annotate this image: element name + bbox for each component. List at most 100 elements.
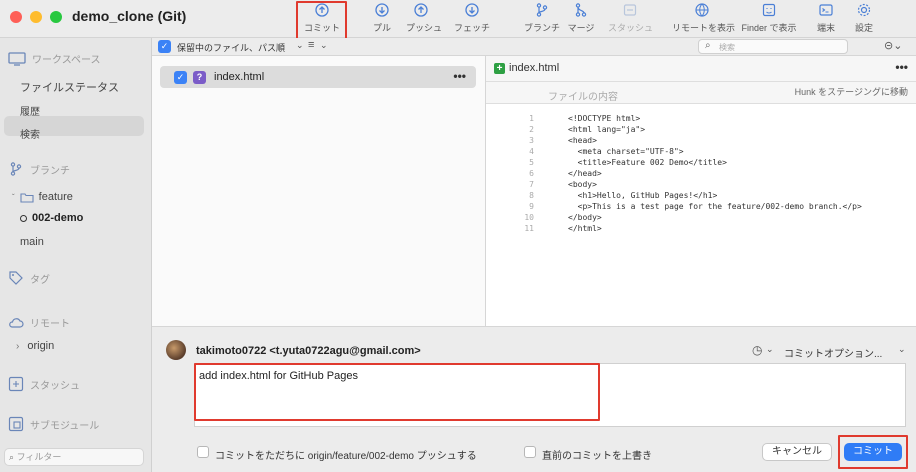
code-line: 5 <title>Feature 002 Demo</title> <box>486 158 916 169</box>
select-all-checkbox[interactable]: ✓ <box>158 40 171 53</box>
list-item[interactable]: ✓ ? index.html ••• <box>160 66 476 88</box>
code-line: 10 </body> <box>486 213 916 224</box>
minimize-window-button[interactable] <box>30 11 42 23</box>
submodule-icon <box>8 416 24 432</box>
line-content: <body> <box>568 180 597 189</box>
zoom-window-button[interactable] <box>50 11 62 23</box>
pending-file-list: ✓ ? index.html ••• <box>152 56 486 326</box>
show-in-finder-toolbar-button[interactable]: Finder で表示 <box>738 2 800 36</box>
submodules-label: サブモジュール <box>30 420 100 432</box>
line-number: 8 <box>529 191 534 200</box>
stash-toolbar-label: スタッシュ <box>608 23 654 33</box>
tag-icon <box>9 271 23 285</box>
line-number: 5 <box>529 158 534 167</box>
search-input[interactable]: ⌕ 検索 <box>698 39 848 54</box>
line-number: 11 <box>524 224 534 233</box>
terminal-toolbar-button[interactable]: 端末 <box>814 2 838 36</box>
pull-toolbar-label: プル <box>372 23 391 33</box>
list-options-icon[interactable]: ≡ <box>308 39 314 51</box>
more-options-icon[interactable]: ⊝⌄ <box>884 39 902 52</box>
code-line: 7 <body> <box>486 180 916 191</box>
window-title: demo_clone (Git) <box>72 8 187 24</box>
fetch-icon <box>465 3 479 17</box>
branch-toolbar-label: ブランチ <box>524 23 561 33</box>
stash-icon <box>8 376 24 392</box>
line-content: <html lang="ja"> <box>568 125 646 134</box>
stash-toolbar-button[interactable]: スタッシュ <box>608 2 654 36</box>
sidebar-item-current-branch[interactable]: 002-demo <box>20 212 83 224</box>
sidebar-section-stashes: スタッシュ <box>8 376 80 392</box>
avatar <box>166 340 186 360</box>
line-number: 2 <box>529 125 534 134</box>
chevron-down-icon: ⌄ <box>766 344 774 354</box>
merge-toolbar-button[interactable]: マージ <box>566 2 596 36</box>
terminal-toolbar-label: 端末 <box>816 23 835 33</box>
branch-icon <box>536 3 548 17</box>
file-stage-checkbox[interactable]: ✓ <box>174 71 187 84</box>
sidebar-section-remotes: リモート <box>8 315 70 330</box>
commit-options-dropdown[interactable]: コミットオプション... <box>784 345 882 360</box>
close-window-button[interactable] <box>10 11 22 23</box>
branch-toolbar-button[interactable]: ブランチ <box>524 2 560 36</box>
search-icon: ⌕ <box>705 40 711 51</box>
file-more-button[interactable]: ••• <box>453 69 466 83</box>
stashes-label: スタッシュ <box>30 380 80 392</box>
sort-mode-dropdown[interactable]: 保留中のファイル、パス順 <box>177 41 285 54</box>
settings-toolbar-label: 設定 <box>854 23 873 33</box>
line-content: <title>Feature 002 Demo</title> <box>568 158 727 167</box>
sidebar-item-file-status[interactable]: ファイルステータス <box>20 79 119 95</box>
fetch-toolbar-button[interactable]: フェッチ <box>454 2 490 36</box>
filter-placeholder: フィルター <box>16 452 62 462</box>
stage-hunk-button[interactable]: Hunk をステージングに移動 <box>791 85 912 100</box>
sidebar-section-tags: タグ <box>8 270 50 286</box>
code-line: 4 <meta charset="UTF-8"> <box>486 147 916 158</box>
commit-button-highlight-box <box>838 435 908 469</box>
terminal-icon <box>819 4 833 16</box>
sidebar-item-main-branch[interactable]: main <box>20 236 44 248</box>
commit-panel: takimoto0722 <t.yuta0722agu@gmail.com> ◷… <box>152 326 916 472</box>
folder-icon <box>20 192 34 203</box>
sidebar-item-history[interactable]: 履歴 <box>20 103 40 118</box>
sidebar-section-branches: ブランチ <box>8 161 70 177</box>
finder-icon <box>762 3 776 17</box>
line-number: 3 <box>529 136 534 145</box>
sidebar-item-feature-folder[interactable]: ˇ feature <box>12 191 73 203</box>
message-highlight-box <box>194 363 600 421</box>
settings-toolbar-button[interactable]: 設定 <box>852 2 876 36</box>
line-content: </head> <box>568 169 602 178</box>
sidebar-item-origin[interactable]: › origin <box>16 340 54 352</box>
title-bar: demo_clone (Git) コミット プル プッシュ フェッチ ブランチ … <box>0 0 916 42</box>
push-toolbar-button[interactable]: プッシュ <box>406 2 442 36</box>
chevron-down-icon: ⌄ <box>898 344 906 354</box>
feature-folder-label: feature <box>38 191 73 203</box>
line-content: <h1>Hello, GitHub Pages!</h1> <box>568 191 718 200</box>
merge-icon <box>575 3 587 17</box>
show-remote-toolbar-button[interactable]: リモートを表示 <box>672 2 736 36</box>
chevron-down-icon: ⌄ <box>320 40 328 50</box>
clock-icon[interactable]: ◷ <box>752 343 762 357</box>
diff-more-button[interactable]: ••• <box>895 60 908 74</box>
branch-icon <box>10 162 22 176</box>
line-content: </body> <box>568 213 602 222</box>
line-number: 4 <box>529 147 534 156</box>
show-remote-toolbar-label: リモートを表示 <box>672 23 736 33</box>
sidebar-filter-input[interactable]: ⌕ フィルター <box>4 448 144 466</box>
cancel-button[interactable]: キャンセル <box>762 443 832 461</box>
amend-checkbox[interactable] <box>524 446 536 458</box>
code-line: 11 </html> <box>486 224 916 235</box>
push-immediately-checkbox[interactable] <box>197 446 209 458</box>
commit-author: takimoto0722 <t.yuta0722agu@gmail.com> <box>196 345 421 357</box>
workspace-label: ワークスペース <box>32 55 101 66</box>
sidebar-section-workspace: ワークスペース <box>8 51 101 66</box>
line-content: <p>This is a test page for the feature/0… <box>568 202 862 211</box>
code-line: 2 <html lang="ja"> <box>486 125 916 136</box>
sidebar-item-search[interactable]: 検索 <box>20 126 40 141</box>
pull-toolbar-button[interactable]: プル <box>370 2 394 36</box>
globe-icon <box>695 3 709 17</box>
chevron-down-icon: ⌄ <box>296 40 304 50</box>
push-immediately-label: コミットをただちに origin/feature/002-demo プッシュする <box>215 451 477 462</box>
line-content: <head> <box>568 136 597 145</box>
line-number: 6 <box>529 169 534 178</box>
code-line: 8 <h1>Hello, GitHub Pages!</h1> <box>486 191 916 202</box>
commit-highlight-box <box>296 1 347 42</box>
